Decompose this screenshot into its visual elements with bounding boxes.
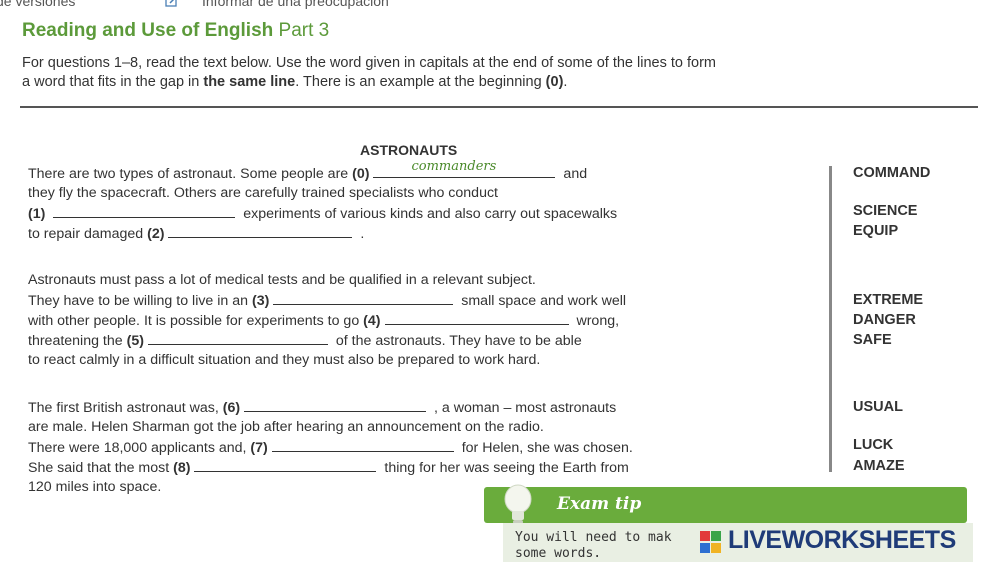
keyword-divider [829, 166, 832, 472]
liveworksheets-logo-icon [700, 531, 721, 553]
instr-text: . [563, 74, 568, 90]
title-part: Part 3 [278, 20, 330, 41]
line-text: . [356, 226, 365, 242]
line-text: , a woman – most astronauts [430, 400, 617, 416]
line-text: They have to be willing to live in an [28, 293, 252, 309]
text-line: are male. Helen Sharman got the job afte… [28, 419, 544, 435]
instr-text: . There is an example at the beginning [295, 74, 546, 90]
line-text: with other people. It is possible for ex… [28, 313, 364, 329]
gap-number: (1) [28, 206, 46, 222]
instr-text: a word that fits in the gap in [22, 74, 204, 90]
text-line: to repair damaged (2) . [28, 223, 364, 243]
line-text: thing for her was seeing the Earth from [380, 460, 629, 476]
instr-bold: the same line [203, 74, 296, 90]
line-text: There were 18,000 applicants and, [28, 440, 251, 456]
keyword-equip: EQUIP [853, 223, 899, 239]
text-line: She said that the most (8) thing for her… [28, 457, 629, 477]
exam-tip-title: Exam tip [557, 494, 642, 514]
answer-gap-6[interactable] [244, 397, 427, 412]
exam-tip-line-1: You will need to mak [515, 530, 672, 545]
text-line: There were 18,000 applicants and, (7) fo… [28, 437, 633, 457]
gap-number: (2) [147, 226, 165, 242]
keyword-luck: LUCK [853, 437, 894, 453]
keyword-science: SCIENCE [853, 203, 918, 219]
instructions: For questions 1–8, read the text below. … [22, 54, 982, 92]
gap-number: (3) [251, 293, 270, 309]
exam-tip-text: You will need to mak some words. [515, 530, 672, 562]
text-line: they fly the spacecraft. Others are care… [28, 185, 498, 201]
versions-link[interactable]: de versiones [0, 0, 75, 9]
text-line: They have to be willing to live in an (3… [28, 290, 626, 310]
keyword-extreme: EXTREME [853, 292, 924, 308]
line-text: small space and work well [457, 293, 627, 309]
instructions-line-2: a word that fits in the gap in the same … [22, 73, 982, 92]
text-line: There are two types of astronaut. Some p… [28, 159, 588, 183]
answer-gap-5[interactable] [147, 330, 328, 345]
answer-gap-2[interactable] [168, 223, 353, 238]
gap-number: (0) [352, 166, 370, 182]
line-text: wrong, [572, 313, 620, 329]
edit-icon[interactable] [165, 0, 179, 8]
text-line: 120 miles into space. [28, 479, 162, 495]
answer-gap-7[interactable] [271, 437, 454, 452]
answer-gap-4[interactable] [384, 310, 569, 325]
gap-number: (4) [363, 313, 381, 329]
page-title: Reading and Use of English Part 3 [22, 20, 329, 42]
keyword-usual: USUAL [853, 399, 903, 415]
gap-number: (7) [250, 440, 268, 456]
text-line: to react calmly in a difficult situation… [28, 352, 541, 368]
text-line: (1) experiments of various kinds and als… [28, 203, 617, 223]
keyword-danger: DANGER [853, 312, 916, 328]
instructions-line-1: For questions 1–8, read the text below. … [22, 55, 716, 71]
lightbulb-icon [504, 484, 532, 524]
instr-bold: (0) [545, 74, 564, 90]
answer-gap-3[interactable] [273, 290, 454, 305]
answer-gap-1[interactable] [53, 203, 236, 218]
report-link[interactable]: Informar de una preocupación [202, 0, 389, 9]
line-text: experiments of various kinds and also ca… [239, 206, 618, 222]
line-text: There are two types of astronaut. Some p… [28, 166, 353, 182]
text-heading: ASTRONAUTS [360, 142, 458, 158]
example-answer: commanders [411, 159, 497, 174]
exam-tip-line-2: some words. [515, 546, 602, 561]
text-line: with other people. It is possible for ex… [28, 310, 619, 330]
text-line: threatening the (5) of the astronauts. T… [28, 330, 582, 350]
top-bar: de versiones Informar de una preocupació… [0, 0, 1000, 12]
line-text: The first British astronaut was, [28, 400, 223, 416]
line-text: for Helen, she was chosen. [457, 440, 633, 456]
text-line: Astronauts must pass a lot of medical te… [28, 272, 536, 288]
line-text: She said that the most [28, 460, 174, 476]
liveworksheets-watermark: LIVEWORKSHEETS [728, 526, 956, 554]
line-text: of the astronauts. They have to be able [331, 333, 582, 349]
gap-number: (5) [126, 333, 144, 349]
answer-gap-8[interactable] [194, 457, 377, 472]
keyword-safe: SAFE [853, 332, 892, 348]
keyword-amaze: AMAZE [853, 458, 905, 474]
line-text: threatening the [28, 333, 127, 349]
text-line: The first British astronaut was, (6) , a… [28, 397, 616, 417]
divider [20, 106, 978, 108]
gap-number: (8) [173, 460, 191, 476]
answer-gap-0: commanders [373, 159, 556, 178]
title-main: Reading and Use of English [22, 20, 274, 41]
gap-number: (6) [222, 400, 241, 416]
line-text: and [559, 166, 588, 182]
keyword-command: COMMAND [853, 165, 931, 181]
line-text: to repair damaged [28, 226, 148, 242]
